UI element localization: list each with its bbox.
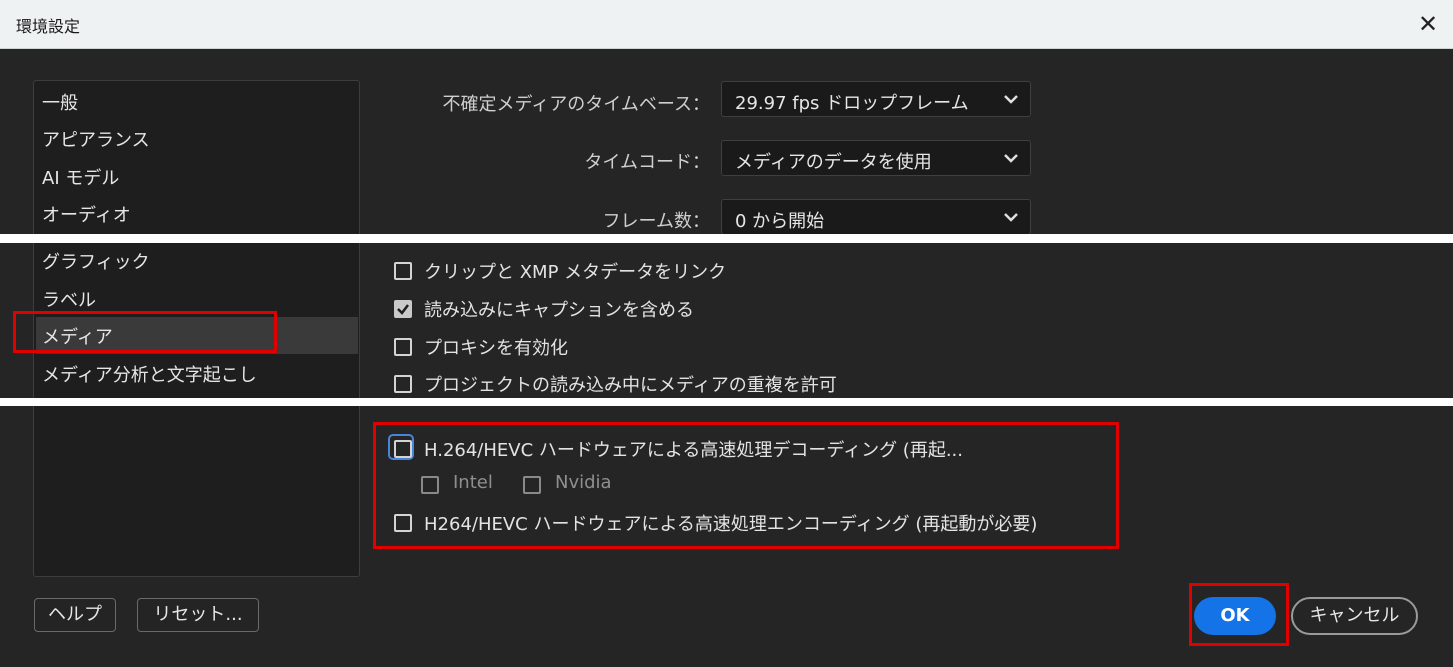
sidebar-item-media-analysis[interactable]: メディア分析と文字起こし: [42, 361, 257, 387]
sidebar-item-graphics[interactable]: グラフィック: [42, 248, 150, 274]
timebase-value: 29.97 fps ドロップフレーム: [735, 93, 969, 114]
sidebar-item-appearance[interactable]: アピアランス: [42, 126, 150, 152]
frames-value: 0 から開始: [735, 211, 825, 232]
timecode-label: タイムコード：: [584, 152, 710, 173]
frames-dropdown[interactable]: 0 から開始: [721, 199, 1031, 234]
intel-label[interactable]: Intel: [453, 472, 493, 493]
help-button[interactable]: ヘルプ: [34, 598, 116, 632]
timecode-value: メディアのデータを使用: [735, 152, 932, 173]
nvidia-checkbox[interactable]: [523, 476, 541, 494]
sidebar-item-general[interactable]: 一般: [42, 89, 78, 115]
settings-band-top: 一般 アピアランス AI モデル オーディオ 不確定メディアのタイムベース： 2…: [0, 49, 1453, 234]
intel-checkbox[interactable]: [421, 476, 439, 494]
crop-separator: [0, 234, 1453, 243]
captions-label[interactable]: 読み込みにキャプションを含める: [424, 296, 694, 322]
window-title: 環境設定: [16, 17, 81, 36]
xmp-link-label[interactable]: クリップと XMP メタデータをリンク: [424, 258, 726, 284]
ok-button[interactable]: OK: [1194, 597, 1276, 635]
timebase-label: 不確定メディアのタイムベース：: [442, 94, 710, 115]
title-bar: 環境設定 ✕: [0, 0, 1453, 49]
hw-decode-checkbox[interactable]: [394, 440, 412, 458]
reset-button[interactable]: リセット...: [137, 598, 259, 632]
chevron-down-icon: [1004, 213, 1018, 222]
duplicates-label[interactable]: プロジェクトの読み込み中にメディアの重複を許可: [424, 371, 837, 397]
hw-encode-checkbox[interactable]: [394, 514, 412, 532]
sidebar-item-labels[interactable]: ラベル: [42, 286, 96, 312]
sidebar-item-ai-model[interactable]: AI モデル: [42, 164, 119, 190]
sidebar-item-audio[interactable]: オーディオ: [42, 201, 131, 227]
close-icon[interactable]: ✕: [1414, 8, 1442, 40]
duplicates-checkbox[interactable]: [394, 375, 412, 393]
timecode-dropdown[interactable]: メディアのデータを使用: [721, 140, 1031, 176]
hw-decode-label[interactable]: H.264/HEVC ハードウェアによる高速処理デコーディング (再起...: [424, 436, 963, 462]
frames-label: フレーム数：: [602, 211, 710, 232]
proxies-checkbox[interactable]: [394, 338, 412, 356]
settings-band-middle: グラフィック ラベル メディア メディア分析と文字起こし クリップと XMP メ…: [0, 243, 1453, 398]
sidebar-panel-top: 一般 アピアランス AI モデル オーディオ: [33, 80, 360, 234]
checkmark-icon: [397, 304, 409, 315]
settings-band-bottom: H.264/HEVC ハードウェアによる高速処理デコーディング (再起... I…: [0, 406, 1453, 667]
sidebar-panel-bottom: [33, 406, 360, 577]
captions-checkbox[interactable]: [394, 300, 412, 318]
proxies-label[interactable]: プロキシを有効化: [424, 334, 568, 360]
cancel-button[interactable]: キャンセル: [1291, 597, 1418, 635]
chevron-down-icon: [1004, 154, 1018, 163]
nvidia-label[interactable]: Nvidia: [555, 472, 612, 493]
highlight-box-media: [13, 311, 277, 353]
chevron-down-icon: [1004, 95, 1018, 104]
xmp-link-checkbox[interactable]: [394, 262, 412, 280]
timebase-dropdown[interactable]: 29.97 fps ドロップフレーム: [721, 81, 1031, 117]
crop-separator: [0, 398, 1453, 406]
hw-encode-label[interactable]: H264/HEVC ハードウェアによる高速処理エンコーディング (再起動が必要): [424, 510, 1037, 536]
